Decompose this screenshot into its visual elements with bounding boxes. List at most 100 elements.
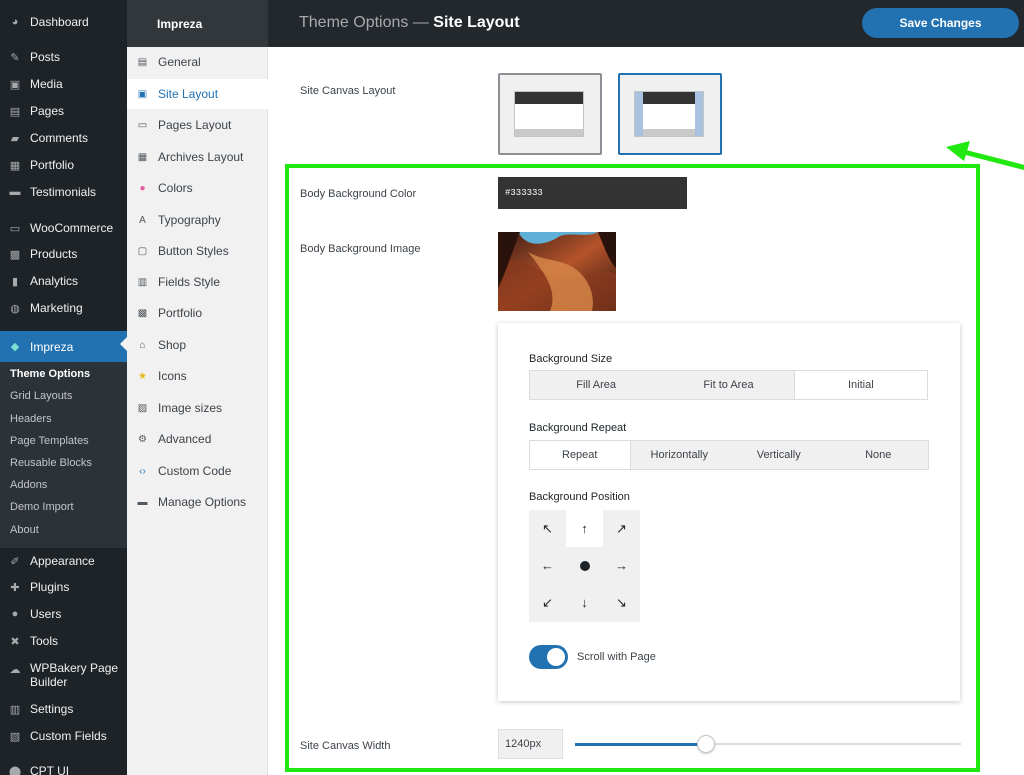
canvas-width-slider[interactable] bbox=[575, 735, 961, 753]
nav-label: Portfolio bbox=[30, 158, 75, 172]
sub-reusable-blocks[interactable]: Reusable Blocks bbox=[10, 457, 92, 469]
nav-impreza[interactable]: ◆ Impreza bbox=[0, 331, 127, 362]
nav-settings[interactable]: ▥ Settings bbox=[0, 696, 127, 722]
nav-tools[interactable]: ✖ Tools bbox=[0, 628, 127, 654]
settings-icon: ▥ bbox=[9, 703, 21, 716]
pos-center-left-arrow-icon[interactable]: ← bbox=[529, 547, 566, 584]
nav-appearance[interactable]: ✐ Appearance bbox=[0, 548, 127, 574]
general-icon: ▤ bbox=[137, 56, 148, 68]
opt-button-styles[interactable]: ▢ Button Styles bbox=[127, 236, 268, 266]
layout-fullwidth-preview bbox=[514, 91, 584, 137]
opt-advanced[interactable]: ⚙ Advanced bbox=[127, 424, 268, 454]
slider-fill bbox=[575, 743, 707, 746]
opt-shop[interactable]: ⌂ Shop bbox=[127, 330, 268, 360]
admin-sidebar: ◕ Dashboard ✎ Posts ▣ Media ▤ Pages ▰ Comment… bbox=[0, 0, 127, 775]
bg-repeat-repeat[interactable]: Repeat bbox=[529, 440, 631, 470]
nav-products[interactable]: ▩ Products bbox=[0, 241, 127, 267]
opt-site-layout[interactable]: ▣ Site Layout bbox=[127, 79, 268, 109]
opt-label: Advanced bbox=[158, 432, 212, 446]
opt-label: Shop bbox=[158, 338, 187, 352]
nav-label: Tools bbox=[30, 634, 59, 648]
opt-colors[interactable]: ● Colors bbox=[127, 173, 268, 203]
nav-users[interactable]: ● Users bbox=[0, 601, 127, 627]
nav-label: Products bbox=[30, 247, 78, 261]
scroll-with-page-toggle[interactable] bbox=[529, 645, 568, 669]
diamond-icon: ◆ bbox=[10, 341, 20, 353]
opt-typography[interactable]: A Typography bbox=[127, 205, 268, 235]
slider-thumb[interactable] bbox=[697, 735, 716, 753]
bg-size-initial[interactable]: Initial bbox=[793, 370, 928, 400]
opt-custom-code[interactable]: ‹› Custom Code bbox=[127, 456, 268, 486]
products-icon: ▩ bbox=[9, 248, 21, 261]
comments-icon: ▰ bbox=[10, 132, 20, 145]
nav-marketing[interactable]: ◍ Marketing bbox=[0, 295, 127, 321]
nav-comments[interactable]: ▰ Comments bbox=[0, 125, 127, 151]
pos-bottom-center-arrow-icon[interactable]: ↓ bbox=[566, 584, 603, 621]
nav-label: Plugins bbox=[30, 580, 70, 594]
sub-about[interactable]: About bbox=[10, 524, 39, 536]
nav-woocommerce[interactable]: ▭ WooCommerce bbox=[0, 215, 127, 241]
nav-posts[interactable]: ✎ Posts bbox=[0, 44, 127, 70]
opt-manage-options[interactable]: ▬ Manage Options bbox=[127, 487, 268, 517]
pages-icon: ▤ bbox=[9, 105, 21, 118]
pos-top-left-arrow-icon[interactable]: ↖ bbox=[529, 510, 566, 547]
pos-bottom-right-arrow-icon[interactable]: ↘ bbox=[603, 584, 640, 621]
opt-image-sizes[interactable]: ▨ Image sizes bbox=[127, 393, 268, 423]
nav-analytics[interactable]: ▮ Analytics bbox=[0, 268, 127, 294]
nav-plugins[interactable]: ✚ Plugins bbox=[0, 574, 127, 600]
sub-grid-layouts[interactable]: Grid Layouts bbox=[10, 390, 72, 402]
sub-addons[interactable]: Addons bbox=[10, 479, 47, 491]
pos-top-right-arrow-icon[interactable]: ↗ bbox=[603, 510, 640, 547]
bg-size-fit[interactable]: Fit to Area bbox=[662, 371, 794, 399]
nav-pages[interactable]: ▤ Pages bbox=[0, 98, 127, 124]
nav-custom-fields[interactable]: ▧ Custom Fields bbox=[0, 723, 127, 749]
bg-repeat-none[interactable]: None bbox=[829, 441, 929, 469]
opt-label: Colors bbox=[158, 181, 193, 195]
layout-option-boxed[interactable] bbox=[618, 73, 722, 155]
nav-testimonials[interactable]: ▬ Testimonials bbox=[0, 179, 127, 205]
nav-portfolio[interactable]: ▦ Portfolio bbox=[0, 152, 127, 178]
user-icon: ● bbox=[11, 608, 19, 620]
site-canvas-width-label: Site Canvas Width bbox=[300, 740, 391, 752]
opt-archives-layout[interactable]: ▦ Archives Layout bbox=[127, 142, 268, 172]
wpbakery-icon: ☁ bbox=[9, 663, 21, 676]
opt-general[interactable]: ▤ General bbox=[127, 47, 268, 77]
opt-label: Fields Style bbox=[158, 275, 221, 289]
opt-label: Button Styles bbox=[158, 244, 229, 258]
bg-image-settings-panel: Background Size Fill Area Fit to Area In… bbox=[498, 323, 960, 701]
nav-dashboard[interactable]: ◕ Dashboard bbox=[0, 9, 127, 35]
bg-repeat-horizontally[interactable]: Horizontally bbox=[630, 441, 730, 469]
cpt-icon: ⬤ bbox=[8, 765, 22, 775]
bg-position-label: Background Position bbox=[529, 491, 630, 503]
sub-theme-options[interactable]: Theme Options bbox=[10, 368, 90, 380]
pages-layout-icon: ▭ bbox=[137, 119, 148, 131]
nav-cpt-ui[interactable]: ⬤ CPT UI bbox=[0, 758, 127, 775]
pin-icon: ✎ bbox=[10, 51, 20, 64]
bg-size-fill[interactable]: Fill Area bbox=[530, 371, 662, 399]
pos-center-right-arrow-icon[interactable]: → bbox=[603, 547, 640, 584]
pos-top-center-arrow-icon[interactable]: ↑ bbox=[566, 510, 603, 547]
bg-repeat-vertically[interactable]: Vertically bbox=[729, 441, 829, 469]
opt-portfolio[interactable]: ▩ Portfolio bbox=[127, 298, 268, 328]
save-changes-button[interactable]: Save Changes bbox=[862, 8, 1019, 38]
portfolio-icon: ▩ bbox=[137, 307, 148, 319]
layout-option-fullwidth[interactable] bbox=[498, 73, 602, 155]
nav-media[interactable]: ▣ Media bbox=[0, 71, 127, 97]
sub-page-templates[interactable]: Page Templates bbox=[10, 435, 89, 447]
nav-label: Media bbox=[30, 77, 63, 91]
body-bg-color-input[interactable] bbox=[498, 177, 687, 209]
nav-wpbakery[interactable]: ☁ WPBakery Page Builder bbox=[0, 661, 127, 697]
pos-bottom-left-arrow-icon[interactable]: ↙ bbox=[529, 584, 566, 621]
layout-icon: ▣ bbox=[137, 88, 148, 100]
layout-boxed-preview bbox=[634, 91, 704, 137]
opt-pages-layout[interactable]: ▭ Pages Layout bbox=[127, 110, 268, 140]
opt-fields-style[interactable]: ▥ Fields Style bbox=[127, 267, 268, 297]
canvas-width-input[interactable] bbox=[498, 729, 563, 759]
woocommerce-icon: ▭ bbox=[9, 222, 21, 235]
bg-image-thumbnail[interactable] bbox=[498, 232, 616, 311]
sub-demo-import[interactable]: Demo Import bbox=[10, 501, 74, 513]
opt-icons[interactable]: ★ Icons bbox=[127, 361, 268, 391]
sub-headers[interactable]: Headers bbox=[10, 413, 52, 425]
pos-center-dot-icon[interactable] bbox=[566, 547, 603, 584]
nav-label: Appearance bbox=[30, 554, 95, 568]
